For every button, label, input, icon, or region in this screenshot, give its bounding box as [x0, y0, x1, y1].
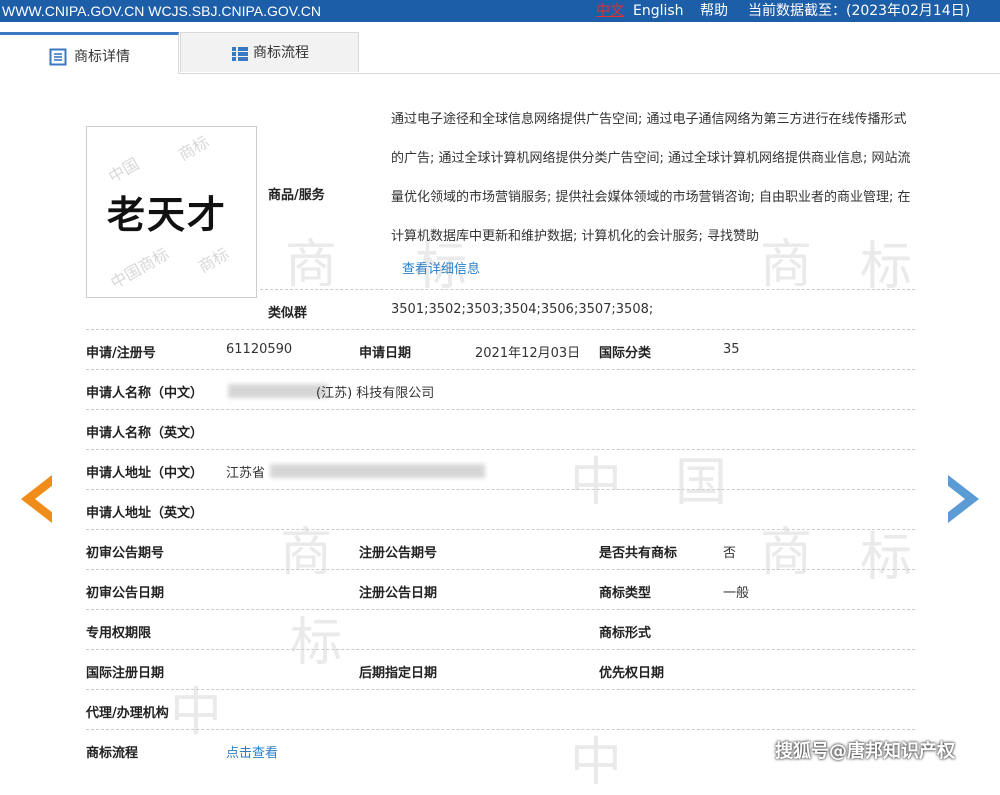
- intl-class-label: 国际分类: [599, 346, 652, 361]
- applicant-en-label: 申请人名称（英文）: [86, 426, 204, 441]
- divider: [86, 409, 915, 410]
- agent-label: 代理/办理机构: [86, 706, 169, 721]
- logo-text: 老天才: [107, 193, 228, 237]
- intl-reg-date-label: 国际注册日期: [86, 666, 165, 681]
- prev-arrow-icon[interactable]: [21, 475, 53, 523]
- applicant-cn-label: 申请人名称（中文）: [86, 386, 204, 401]
- goods-list: 通过电子途径和全球信息网络提供广告空间; 通过电子通信网络为第三方进行在线传播形…: [391, 112, 911, 244]
- shared-value: 否: [723, 546, 737, 561]
- form-label: 商标形式: [599, 626, 652, 641]
- divider: [86, 569, 915, 570]
- footer-watermark: 搜狐号@唐邦知识产权: [775, 741, 955, 762]
- reg-no-label: 注册公告期号: [359, 546, 438, 561]
- document-list-icon: [49, 48, 67, 66]
- redacted-text: [270, 464, 485, 478]
- later-date-label: 后期指定日期: [359, 666, 438, 681]
- divider: [86, 449, 915, 450]
- app-date-label: 申请日期: [359, 346, 412, 361]
- similar-group-value: 3501;3502;3503;3504;3506;3507;3508;: [391, 302, 654, 317]
- divider: [86, 729, 915, 730]
- flow-list-icon: [232, 47, 248, 61]
- similar-group-label: 类似群: [268, 306, 308, 321]
- prelim-date-label: 初审公告日期: [86, 586, 165, 601]
- tab-label: 商标详情: [74, 49, 130, 65]
- shared-label: 是否共有商标: [599, 546, 678, 561]
- divider: [86, 369, 915, 370]
- divider: [86, 329, 915, 330]
- divider: [86, 489, 915, 490]
- type-label: 商标类型: [599, 586, 652, 601]
- address-en-label: 申请人地址（英文）: [86, 506, 204, 521]
- view-detail-link[interactable]: 查看详细信息: [402, 262, 480, 277]
- divider: [260, 289, 915, 290]
- priority-date-label: 优先权日期: [599, 666, 665, 681]
- divider: [86, 689, 915, 690]
- lang-english-link[interactable]: English: [633, 0, 684, 22]
- site-urls[interactable]: WWW.CNIPA.GOV.CN WCJS.SBJ.CNIPA.GOV.CN: [2, 0, 321, 22]
- prelim-no-label: 初审公告期号: [86, 546, 165, 561]
- tab-bar: 商标详情 商标流程: [0, 32, 1000, 74]
- flow-view-link[interactable]: 点击查看: [226, 742, 278, 761]
- redacted-text: [228, 384, 328, 398]
- divider: [86, 529, 915, 530]
- app-date-value: 2021年12月03日: [475, 346, 581, 361]
- tab-label: 商标流程: [253, 45, 309, 61]
- intl-class-value: 35: [723, 342, 740, 357]
- tab-trademark-detail[interactable]: 商标详情: [0, 32, 179, 74]
- trademark-logo-image: 商标 中国 商标 中国商标 老天才: [86, 126, 257, 298]
- reg-date-label: 注册公告日期: [359, 586, 438, 601]
- help-link[interactable]: 帮助: [700, 0, 728, 22]
- divider: [86, 609, 915, 610]
- divider: [86, 649, 915, 650]
- type-value: 一般: [723, 586, 750, 601]
- app-no-value: 61120590: [226, 342, 293, 357]
- address-cn-label: 申请人地址（中文）: [86, 466, 204, 481]
- applicant-cn-value: (江苏) 科技有限公司: [316, 386, 435, 401]
- address-cn-value: 江苏省: [226, 466, 266, 481]
- goods-label: 商品/服务: [268, 188, 325, 203]
- flow-label: 商标流程: [86, 746, 139, 761]
- goods-services-text: 通过电子途径和全球信息网络提供广告空间; 通过电子通信网络为第三方进行在线传播形…: [391, 100, 916, 284]
- tab-trademark-flow[interactable]: 商标流程: [180, 32, 359, 72]
- top-bar: WWW.CNIPA.GOV.CN WCJS.SBJ.CNIPA.GOV.CN 中…: [0, 0, 1000, 22]
- lang-chinese-link[interactable]: 中文: [596, 0, 624, 22]
- app-no-label: 申请/注册号: [86, 346, 156, 361]
- exclusive-period-label: 专用权期限: [86, 626, 152, 641]
- data-date-text: 当前数据截至：(2023年02月14日): [748, 3, 971, 19]
- next-arrow-icon[interactable]: [947, 475, 979, 523]
